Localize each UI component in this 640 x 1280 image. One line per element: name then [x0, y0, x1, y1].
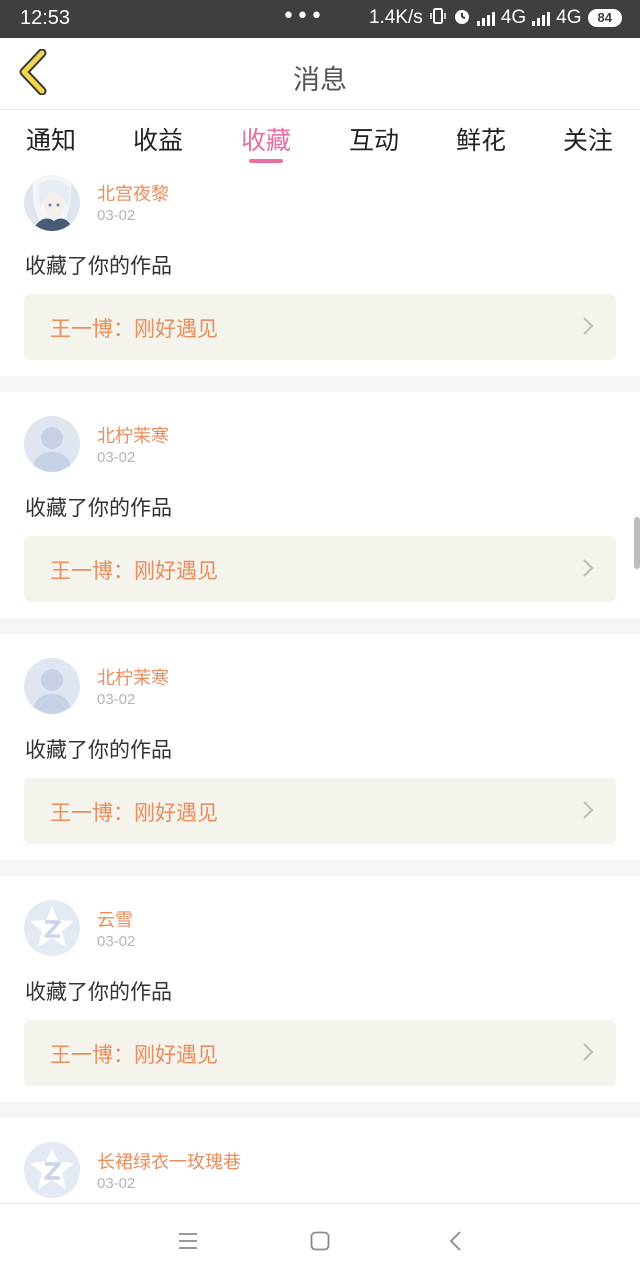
message-text: 收藏了你的作品 — [25, 738, 172, 762]
back-icon — [448, 1230, 462, 1256]
username[interactable]: 长裙绿衣一玫瑰巷 — [97, 1148, 241, 1174]
network-speed: 1.4K/s — [368, 7, 423, 28]
avatar[interactable] — [24, 900, 80, 956]
divider — [0, 1102, 640, 1118]
divider — [0, 376, 640, 392]
tab-follow[interactable]: 关注 — [548, 121, 628, 157]
work-title: 王一博：刚好遇见 — [50, 801, 218, 825]
tab-notice[interactable]: 通知 — [11, 121, 91, 157]
alarm-icon — [453, 7, 471, 29]
list-item: 北柠茉寒 03-02 收藏了你的作品 王一博：刚好遇见 — [0, 634, 640, 860]
chevron-right-icon — [582, 316, 594, 340]
home-button[interactable] — [303, 1226, 337, 1260]
avatar[interactable] — [24, 175, 80, 231]
battery-icon: 84 — [587, 9, 622, 27]
work-link[interactable]: 王一博：刚好遇见 — [24, 778, 616, 844]
tab-earnings[interactable]: 收益 — [118, 121, 198, 157]
work-link[interactable]: 王一博：刚好遇见 — [24, 536, 616, 602]
network-type-1: 4G — [500, 7, 527, 28]
hd-signal-icon — [476, 10, 495, 26]
message-date: 03-02 — [97, 1175, 136, 1192]
username[interactable]: 北柠茉寒 — [97, 664, 169, 690]
signal-icon — [532, 10, 551, 26]
avatar[interactable] — [24, 658, 80, 714]
message-text: 收藏了你的作品 — [25, 254, 172, 278]
home-square-icon — [310, 1231, 330, 1255]
chevron-right-icon — [582, 800, 594, 824]
list-item: 北宫夜黎 03-02 收藏了你的作品 王一博：刚好遇见 — [0, 173, 640, 376]
username[interactable]: 北柠茉寒 — [97, 422, 169, 448]
menu-icon — [178, 1232, 198, 1254]
tab-favorites[interactable]: 收藏 — [226, 121, 306, 157]
message-date: 03-02 — [97, 691, 136, 708]
divider — [0, 860, 640, 876]
message-text: 收藏了你的作品 — [25, 980, 172, 1004]
status-bar: 12:53 ••• 1.4K/s 4G 4G 84 — [0, 0, 640, 38]
status-more-dots: ••• — [282, 4, 324, 29]
avatar[interactable] — [24, 416, 80, 472]
message-list[interactable]: 北宫夜黎 03-02 收藏了你的作品 王一博：刚好遇见 北柠茉寒 03-02 收… — [0, 173, 640, 1203]
scrollbar[interactable] — [634, 517, 640, 569]
active-tab-indicator — [249, 159, 283, 163]
list-item: 云雪 03-02 收藏了你的作品 王一博：刚好遇见 — [0, 876, 640, 1102]
list-item: 北柠茉寒 03-02 收藏了你的作品 王一博：刚好遇见 — [0, 392, 640, 618]
header: 消息 — [0, 38, 640, 110]
work-title: 王一博：刚好遇见 — [50, 317, 218, 341]
tab-bar: 通知 收益 收藏 互动 鲜花 关注 — [0, 111, 640, 173]
divider — [0, 618, 640, 634]
network-type-2: 4G — [556, 7, 582, 28]
menu-button[interactable] — [171, 1226, 205, 1260]
work-title: 王一博：刚好遇见 — [50, 1043, 218, 1067]
system-nav-bar — [0, 1203, 640, 1280]
avatar[interactable] — [24, 1142, 80, 1198]
username[interactable]: 北宫夜黎 — [97, 180, 169, 206]
list-item: 长裙绿衣一玫瑰巷 03-02 — [0, 1118, 640, 1203]
message-date: 03-02 — [97, 207, 136, 224]
message-date: 03-02 — [97, 449, 136, 466]
work-title: 王一博：刚好遇见 — [50, 559, 218, 583]
username[interactable]: 云雪 — [97, 906, 133, 932]
back-nav-button[interactable] — [438, 1226, 472, 1260]
work-link[interactable]: 王一博：刚好遇见 — [24, 1020, 616, 1086]
status-time: 12:53 — [20, 7, 71, 29]
tab-flowers[interactable]: 鲜花 — [441, 121, 521, 157]
message-date: 03-02 — [97, 933, 136, 950]
chevron-right-icon — [582, 558, 594, 582]
message-text: 收藏了你的作品 — [25, 496, 172, 520]
chevron-right-icon — [582, 1042, 594, 1066]
vibrate-icon — [429, 7, 447, 29]
page-title: 消息 — [293, 65, 347, 96]
tab-interaction[interactable]: 互动 — [334, 121, 414, 157]
work-link[interactable]: 王一博：刚好遇见 — [24, 294, 616, 360]
